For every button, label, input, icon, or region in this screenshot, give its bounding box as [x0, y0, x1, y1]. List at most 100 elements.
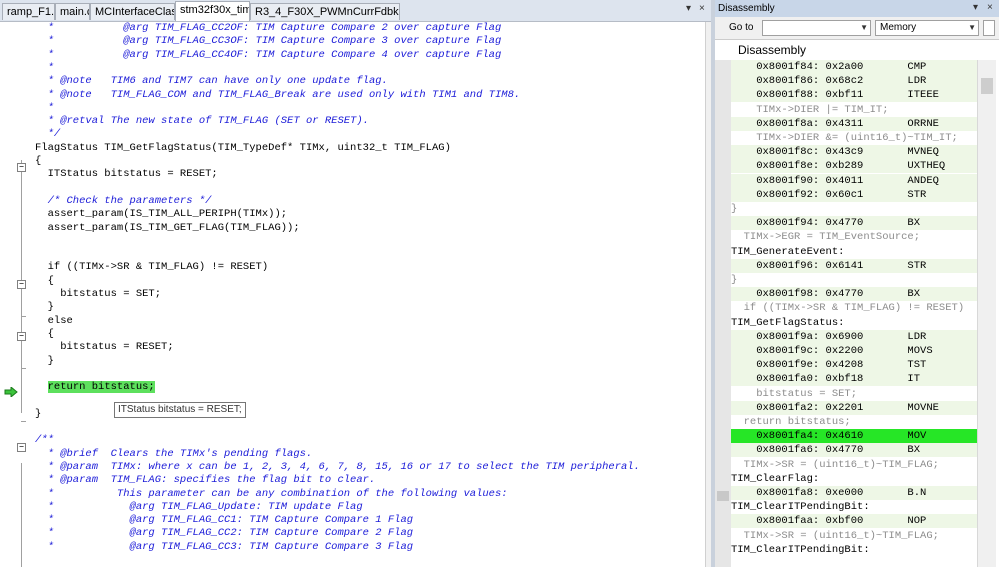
code-text: * @arg TIM_FLAG_CC2: TIM Capture Compare…	[35, 527, 414, 540]
code-line: }	[0, 408, 705, 421]
disassembly-instruction[interactable]: 0x8001fa6: 0x4770 BX	[731, 443, 977, 458]
code-text: * @arg TIM_FLAG_Update: TIM update Flag	[35, 500, 363, 513]
disassembly-instruction[interactable]: 0x8001fa4: 0x4610 MOV	[731, 429, 977, 444]
tab-list-dropdown-icon[interactable]: ▾	[686, 3, 691, 14]
disassembly-source-line[interactable]: return bitstatus;	[731, 415, 977, 429]
code-line: else	[0, 315, 705, 328]
disassembly-gutter[interactable]	[715, 60, 731, 567]
code-line: {	[0, 275, 705, 288]
disassembly-function-label[interactable]: TIM_GetFlagStatus:	[731, 315, 977, 330]
disassembly-source-line[interactable]: TIMx->SR = (uint16_t)~TIM_FLAG;	[731, 458, 977, 472]
tab-close-icon[interactable]: ×	[699, 3, 705, 14]
code-text: * @arg TIM_FLAG_CC1: TIM Capture Compare…	[35, 514, 414, 527]
code-text: * @note TIM6 and TIM7 can have only one …	[35, 75, 388, 88]
disassembly-instruction[interactable]: 0x8001fa8: 0xe000 B.N	[731, 486, 977, 500]
code-line: * @param TIM_FLAG: specifies the flag bi…	[0, 474, 705, 487]
disassembly-instruction[interactable]: 0x8001f9e: 0x4208 TST	[731, 358, 977, 373]
memory-zone-select[interactable]: Memory ▼	[875, 20, 979, 36]
code-line: * @arg TIM_FLAG_CC2OF: TIM Capture Compa…	[0, 22, 705, 35]
disassembly-instruction[interactable]: 0x8001f8a: 0x4311 ORRNE	[731, 116, 977, 131]
editor-tab[interactable]: main.c	[55, 3, 90, 20]
code-text: assert_param(IS_TIM_GET_FLAG(TIM_FLAG));	[35, 221, 300, 234]
code-editor[interactable]: * @arg TIM_FLAG_CC2OF: TIM Capture Compa…	[0, 22, 705, 567]
disassembly-instruction[interactable]: 0x8001f8c: 0x43c9 MVNEQ	[731, 145, 977, 160]
disassembly-instruction[interactable]: 0x8001f94: 0x4770 BX	[731, 216, 977, 231]
goto-address-combo[interactable]: ▼	[762, 20, 871, 36]
disassembly-function-label[interactable]: TIM_GenerateEvent:	[731, 244, 977, 259]
disassembly-source-line[interactable]: }	[731, 202, 977, 216]
code-line: {	[0, 328, 705, 341]
code-line: ITStatus bitstatus = RESET;	[0, 168, 705, 181]
disassembly-instruction[interactable]: 0x8001f96: 0x6141 STR	[731, 258, 977, 273]
code-text: /**	[35, 434, 54, 447]
code-text: * @arg TIM_FLAG_CC2OF: TIM Capture Compa…	[35, 22, 502, 34]
code-text: if ((TIMx->SR & TIM_FLAG) != RESET)	[35, 261, 269, 274]
code-line: /* Check the parameters */	[0, 195, 705, 208]
editor-tab[interactable]: ramp_F1.c	[2, 3, 55, 20]
disassembly-function-label[interactable]: TIM_ClearFlag:	[731, 471, 977, 486]
disassembly-source-line[interactable]: TIMx->DIER &= (uint16_t)~TIM_IT;	[731, 131, 977, 145]
window-pin-icon[interactable]: ▾	[973, 2, 978, 13]
code-line: return bitstatus;	[0, 381, 705, 394]
code-line: * @arg TIM_FLAG_Update: TIM update Flag	[0, 501, 705, 514]
disassembly-instruction[interactable]: 0x8001f8e: 0xb289 UXTHEQ	[731, 159, 977, 174]
disassembly-instruction[interactable]: 0x8001f98: 0x4770 BX	[731, 287, 977, 302]
disassembly-scrollbar[interactable]	[977, 60, 996, 567]
disassembly-source-line[interactable]: }	[731, 273, 977, 287]
code-line: assert_param(IS_TIM_GET_FLAG(TIM_FLAG));	[0, 222, 705, 235]
disassembly-instruction[interactable]: 0x8001fa2: 0x2201 MOVNE	[731, 400, 977, 415]
code-text: FlagStatus TIM_GetFlagStatus(TIM_TypeDef…	[35, 141, 451, 154]
editor-tab[interactable]: R3_4_F30X_PWMnCurrFdbkClass.h	[250, 3, 400, 20]
code-line: * @arg TIM_FLAG_CC1: TIM Capture Compare…	[0, 514, 705, 527]
disassembly-instruction[interactable]: 0x8001f88: 0xbf11 ITEEE	[731, 88, 977, 103]
code-line: /**	[0, 434, 705, 447]
code-line: * @arg TIM_FLAG_CC2: TIM Capture Compare…	[0, 527, 705, 540]
code-line: * @arg TIM_FLAG_CC3: TIM Capture Compare…	[0, 541, 705, 554]
disassembly-toolbar: Go to ▼ Memory ▼	[715, 17, 999, 40]
code-text: * This parameter can be any combination …	[35, 487, 508, 500]
code-text: else	[35, 314, 73, 327]
disassembly-source-line[interactable]: if ((TIMx->SR & TIM_FLAG) != RESET)	[731, 301, 977, 315]
editor-tab-bar: ramp_F1.cmain.cMCInterfaceClass.cstm32f3…	[0, 0, 711, 22]
disassembly-source-line[interactable]: TIMx->EGR = TIM_EventSource;	[731, 230, 977, 244]
code-text: }	[35, 354, 54, 367]
code-text: * @arg TIM_FLAG_CC3OF: TIM Capture Compa…	[35, 35, 502, 48]
code-text: /* Check the parameters */	[35, 194, 212, 207]
scrollbar-thumb[interactable]	[981, 78, 993, 94]
disassembly-function-label[interactable]: TIM_ClearITPendingBit:	[731, 542, 977, 557]
toolbar-overflow-button[interactable]	[983, 20, 995, 36]
disassembly-instruction[interactable]: 0x8001f90: 0x4011 ANDEQ	[731, 173, 977, 188]
disassembly-function-label[interactable]: TIM_ClearITPendingBit:	[731, 500, 977, 515]
disassembly-source-line[interactable]: bitstatus = SET;	[731, 387, 977, 401]
code-line: * @retval The new state of TIM_FLAG (SET…	[0, 115, 705, 128]
code-text: {	[35, 274, 54, 287]
disassembly-instruction[interactable]: 0x8001faa: 0xbf00 NOP	[731, 514, 977, 529]
disassembly-instruction[interactable]: 0x8001f86: 0x68c2 LDR	[731, 74, 977, 89]
code-text: }	[35, 407, 42, 420]
disassembly-window: Disassembly ▾ × Go to ▼ Memory ▼ Disasse…	[715, 0, 999, 567]
code-text: * @note TIM_FLAG_COM and TIM_FLAG_Break …	[35, 88, 521, 101]
disassembly-title-bar: Disassembly	[715, 0, 999, 17]
disassembly-instruction[interactable]: 0x8001f92: 0x60c1 STR	[731, 187, 977, 202]
disassembly-instruction[interactable]: 0x8001fa0: 0xbf18 IT	[731, 372, 977, 387]
disassembly-instruction[interactable]: 0x8001f9c: 0x2200 MOVS	[731, 344, 977, 358]
disassembly-header-label: Disassembly	[738, 43, 807, 57]
code-text: {	[35, 155, 42, 167]
code-text: bitstatus = SET;	[35, 288, 162, 300]
editor-tab[interactable]: MCInterfaceClass.c	[90, 3, 175, 20]
disassembly-instruction[interactable]: 0x8001f84: 0x2a00 CMP	[731, 60, 977, 74]
disassembly-listing[interactable]: 0x8001f84: 0x2a00 CMP 0x8001f86: 0x68c2 …	[731, 60, 977, 567]
code-text: * @arg TIM_FLAG_CC3: TIM Capture Compare…	[35, 540, 414, 553]
current-statement: return bitstatus;	[47, 381, 155, 394]
disassembly-instruction[interactable]: 0x8001f9a: 0x6900 LDR	[731, 329, 977, 344]
disassembly-source-line[interactable]: TIMx->DIER |= TIM_IT;	[731, 103, 977, 117]
code-text: * @param TIMx: where x can be 1, 2, 3, 4…	[35, 460, 640, 473]
disassembly-source-line[interactable]: TIMx->SR = (uint16_t)~TIM_FLAG;	[731, 529, 977, 543]
editor-tab[interactable]: stm32f30x_tim.c	[175, 1, 250, 21]
code-line: *	[0, 102, 705, 115]
window-close-icon[interactable]: ×	[987, 2, 993, 13]
chevron-down-icon: ▼	[860, 23, 868, 32]
